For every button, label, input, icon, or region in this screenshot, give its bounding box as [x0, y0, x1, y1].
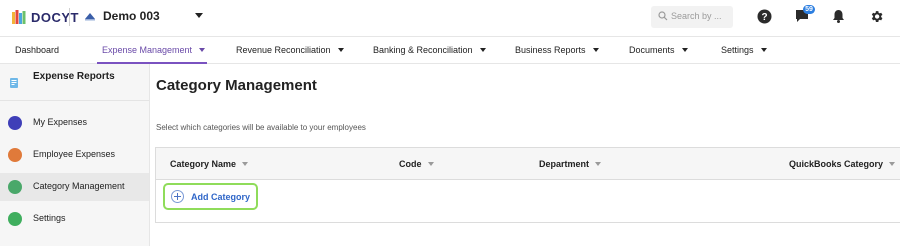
- search-box[interactable]: Search by ...: [651, 6, 733, 28]
- receipt-icon: [8, 148, 22, 162]
- sort-icon: [595, 162, 602, 166]
- category-table: Category Name Code Department QuickBooks…: [155, 147, 900, 223]
- nav-revenue-reconciliation[interactable]: Revenue Reconciliation: [236, 45, 344, 55]
- category-icon: [8, 180, 22, 194]
- main-nav: Dashboard Expense Management Revenue Rec…: [0, 36, 900, 64]
- help-icon[interactable]: ?: [757, 9, 772, 24]
- chevron-down-icon: [199, 48, 206, 52]
- column-header-quickbooks-category[interactable]: QuickBooks Category: [789, 159, 896, 169]
- add-category-label: Add Category: [191, 192, 251, 202]
- bell-icon[interactable]: [832, 9, 845, 23]
- page-description: Select which categories will be availabl…: [156, 123, 366, 132]
- column-header-department[interactable]: Department: [539, 159, 602, 169]
- chevron-down-icon: [479, 48, 486, 52]
- sidebar-item-my-expenses[interactable]: My Expenses: [0, 109, 149, 137]
- logo-text: DOCYT: [31, 9, 79, 25]
- top-bar: DOCYT Demo 003 Search by ... ? 59: [0, 0, 900, 36]
- chevron-down-icon: [760, 48, 767, 52]
- sidebar-item-label: Settings: [33, 213, 66, 223]
- sidebar-item-label: Employee Expenses: [33, 149, 116, 159]
- sort-icon: [889, 162, 896, 166]
- sidebar-item-settings[interactable]: Settings: [0, 205, 149, 233]
- nav-expense-management[interactable]: Expense Management: [102, 45, 206, 55]
- nav-banking-reconciliation[interactable]: Banking & Reconciliation: [373, 45, 486, 55]
- sidebar-item-category-management[interactable]: Category Management: [0, 173, 149, 201]
- gear-icon: [8, 116, 22, 130]
- sidebar-item-label: My Expenses: [33, 117, 88, 127]
- sidebar-title: Expense Reports: [33, 71, 115, 82]
- business-icon: [85, 13, 95, 21]
- main-content: Category Management Select which categor…: [150, 64, 900, 246]
- chevron-down-icon: [592, 48, 599, 52]
- sort-icon: [242, 162, 249, 166]
- gear-icon: [8, 212, 22, 226]
- header-divider: [69, 8, 70, 26]
- chevron-down-icon: [681, 48, 688, 52]
- svg-text:?: ?: [761, 12, 767, 23]
- search-placeholder: Search by ...: [671, 11, 722, 21]
- column-header-code[interactable]: Code: [399, 159, 434, 169]
- gear-icon[interactable]: [869, 9, 884, 24]
- nav-documents[interactable]: Documents: [629, 45, 688, 55]
- search-icon: [658, 11, 668, 21]
- page-title: Category Management: [156, 77, 317, 94]
- plus-circle-icon: [171, 190, 184, 203]
- sort-icon: [427, 162, 434, 166]
- chevron-down-icon: [337, 48, 344, 52]
- notification-badge: 59: [803, 5, 815, 14]
- table-header: Category Name Code Department QuickBooks…: [156, 148, 900, 180]
- nav-business-reports[interactable]: Business Reports: [515, 45, 599, 55]
- add-category-button[interactable]: Add Category: [163, 183, 258, 210]
- sidebar-item-employee-expenses[interactable]: Employee Expenses: [0, 141, 149, 169]
- nav-settings[interactable]: Settings: [721, 45, 767, 55]
- sidebar: Expense Reports My Expenses Employee Exp…: [0, 64, 150, 246]
- expense-reports-icon: [10, 78, 18, 88]
- column-header-category-name[interactable]: Category Name: [170, 159, 249, 169]
- business-chevron-down-icon[interactable]: [195, 13, 203, 18]
- nav-dashboard[interactable]: Dashboard: [15, 45, 59, 55]
- business-name[interactable]: Demo 003: [103, 9, 160, 23]
- logo-icon: [12, 10, 26, 24]
- sidebar-divider: [0, 100, 149, 101]
- sidebar-item-label: Category Management: [33, 181, 125, 191]
